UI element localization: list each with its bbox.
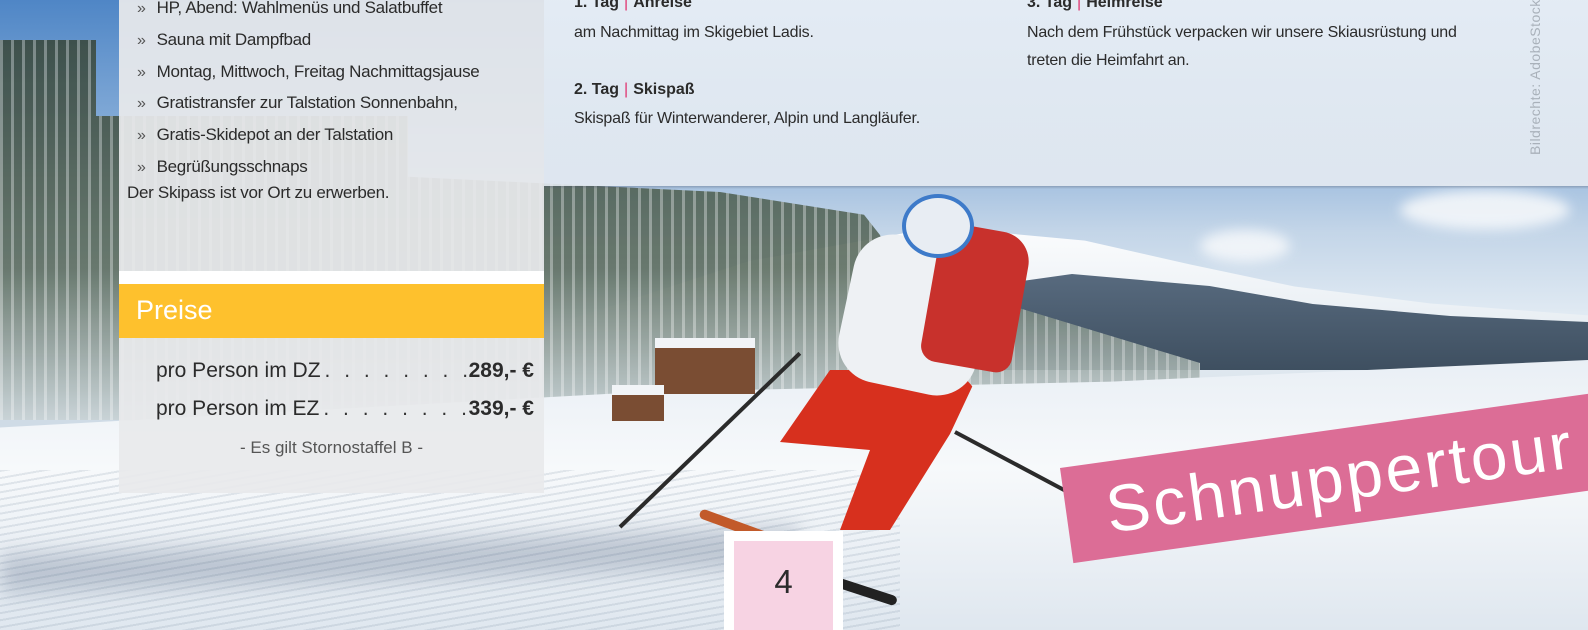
chevron-icon: » [137, 95, 146, 113]
day-name: Heimreise [1086, 0, 1163, 11]
list-item: » Begrüßungsschnaps [137, 151, 479, 183]
day-number: 3. Tag [1027, 0, 1073, 11]
feature-text: Begrüßungsschnaps [156, 156, 308, 176]
price-leader: . . . . . . . . . . [323, 397, 468, 420]
prices-header: Preise [119, 284, 544, 338]
chevron-icon: » [137, 127, 146, 145]
price-amount: 339,- € [468, 397, 534, 420]
day-2-title: 2. Tag | Skispaß [574, 81, 695, 99]
day-number: 1. Tag [574, 0, 620, 11]
info-panel: » HP, Abend: Wahlmenüs und Salatbuffet » S… [119, 0, 544, 493]
list-item: » HP, Abend: Wahlmenüs und Salatbuffet [137, 0, 479, 24]
page-number-box: 4 [724, 531, 843, 630]
list-item: » Gratistransfer zur Talstation Sonnenbah… [137, 87, 479, 119]
day-3-text: Nach dem Frühstück verpacken wir unsere … [1027, 24, 1457, 69]
feature-text: Montag, Mittwoch, Freitag Nachmittagsjau… [156, 61, 480, 81]
price-leader: . . . . . . . . . [324, 359, 469, 382]
day-2-text: Skispaß für Winterwanderer, Alpin und La… [574, 110, 920, 127]
price-row-single: pro Person im EZ . . . . . . . . . . 339… [156, 397, 534, 427]
day-1-text: am Nachmittag im Skigebiet Ladis. [574, 24, 814, 41]
day-1-title: 1. Tag | Anreise [574, 0, 692, 12]
day-name: Anreise [633, 0, 692, 11]
separator: | [1077, 0, 1082, 11]
chevron-icon: » [137, 31, 146, 49]
feature-text: Gratis-Skidepot an der Talstation [156, 125, 394, 145]
list-item: » Sauna mit Dampfbad [137, 24, 479, 56]
cloud [1400, 190, 1570, 230]
chevron-icon: » [137, 63, 146, 81]
day-3-title: 3. Tag | Heimreise [1027, 0, 1163, 12]
feature-text: HP, Abend: Wahlmenüs und Salatbuffet [156, 0, 443, 17]
skipass-note: Der Skipass ist vor Ort zu erwerben. [127, 183, 390, 202]
day-name: Skispaß [633, 81, 695, 98]
features-list: » HP, Abend: Wahlmenüs und Salatbuffet » S… [137, 0, 480, 183]
separator: | [624, 81, 629, 98]
price-row-double: pro Person im DZ . . . . . . . . . 289,-… [156, 359, 534, 389]
cloud [1200, 230, 1290, 262]
chevron-icon: » [137, 0, 146, 17]
feature-text: Gratistransfer zur Talstation Sonnenbahn… [156, 93, 458, 113]
price-label: pro Person im EZ [156, 397, 320, 420]
page-number: 4 [734, 541, 833, 630]
price-label: pro Person im DZ [156, 359, 321, 382]
chalet [612, 385, 664, 421]
itinerary-band: 1. Tag | Anreise am Nachmittag im Skigebie… [544, 0, 1588, 186]
skier-helmet [902, 194, 974, 258]
divider [119, 271, 544, 284]
feature-text: Sauna mit Dampfbad [156, 29, 312, 49]
chevron-icon: » [137, 158, 146, 176]
image-credit: Bildrechte: AdobeStock [1527, 0, 1543, 155]
cancellation-note: - Es gilt Stornostaffel B - [240, 438, 423, 457]
prices-title: Preise [136, 295, 213, 325]
day-number: 2. Tag [574, 81, 620, 98]
list-item: » Montag, Mittwoch, Freitag Nachmittagsja… [137, 56, 480, 88]
price-amount: 289,- € [468, 359, 534, 382]
separator: | [624, 0, 629, 11]
band-shadow [544, 186, 1588, 189]
list-item: » Gratis-Skidepot an der Talstation [137, 119, 479, 151]
chalet [655, 338, 755, 394]
